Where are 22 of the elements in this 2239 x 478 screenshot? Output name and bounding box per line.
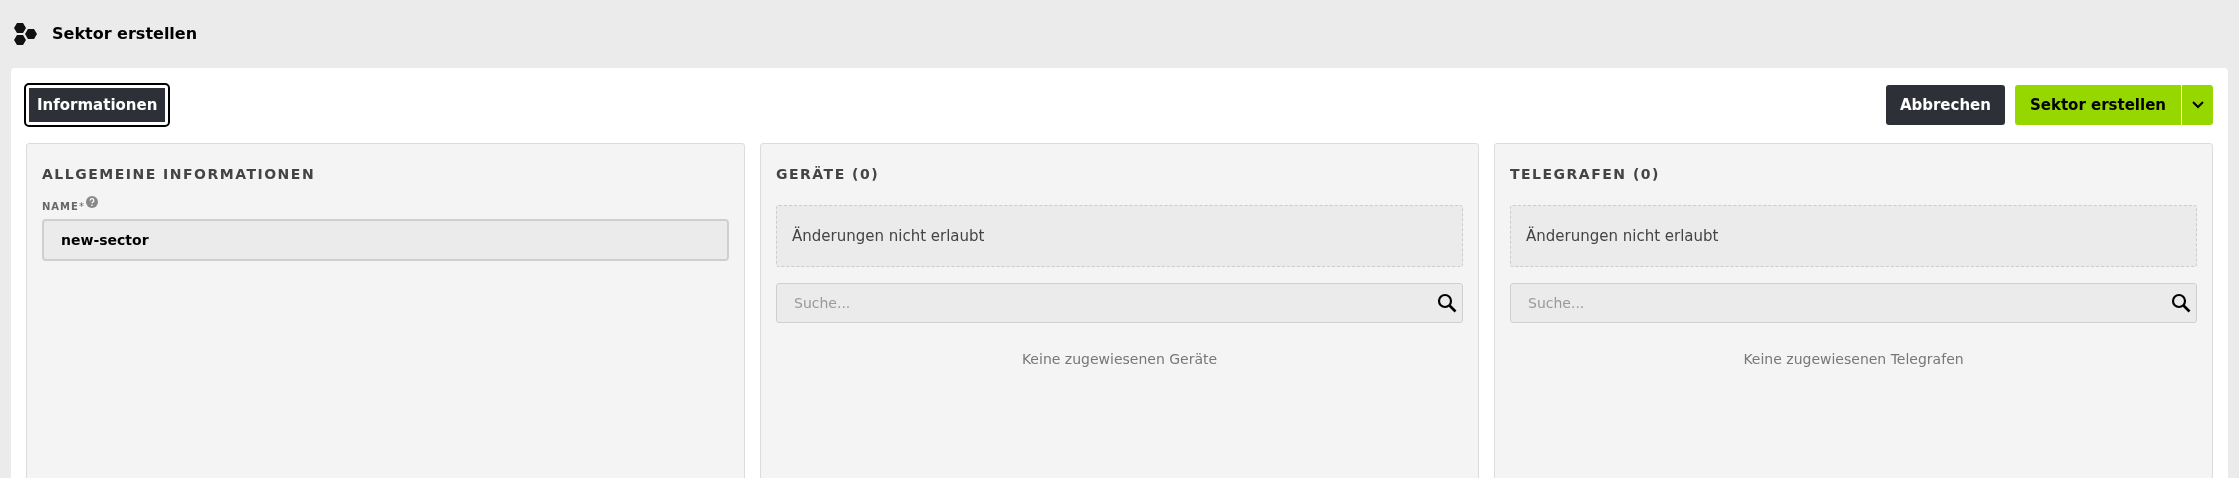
empty-text: Keine zugewiesenen Geräte <box>1021 350 1218 369</box>
search-field[interactable]: Suche... <box>1510 283 2197 323</box>
panel-heading: ALLGEMEINE INFORMATIONEN <box>42 165 317 184</box>
search-field[interactable]: Suche... <box>776 283 1463 323</box>
notice-text: Änderungen nicht erlaubt <box>776 205 1463 267</box>
tab[interactable]: Informationen <box>26 85 169 125</box>
help-icon[interactable] <box>85 196 98 208</box>
notice-text: Änderungen nicht erlaubt <box>1510 205 2197 267</box>
search-icon[interactable] <box>2171 293 2191 313</box>
name-field[interactable]: new-sector <box>42 219 729 261</box>
chevron-down-icon <box>2191 101 2204 109</box>
page-title: Sektor erstellen <box>52 23 198 45</box>
dropdown-button[interactable] <box>2182 85 2213 125</box>
search-icon[interactable] <box>1437 293 1457 313</box>
hexagons-icon <box>14 22 40 46</box>
cancel-button[interactable]: Abbrechen <box>1885 85 2005 125</box>
field-label: NAME <box>42 200 79 214</box>
required-mark: * <box>78 200 84 214</box>
empty-text: Keine zugewiesenen Telegrafen <box>1743 350 1964 369</box>
panel-heading: GERÄTE (0) <box>776 165 881 184</box>
panel-heading: TELEGRAFEN (0) <box>1510 165 1661 184</box>
create-button[interactable]: Sektor erstellen <box>2014 85 2182 125</box>
